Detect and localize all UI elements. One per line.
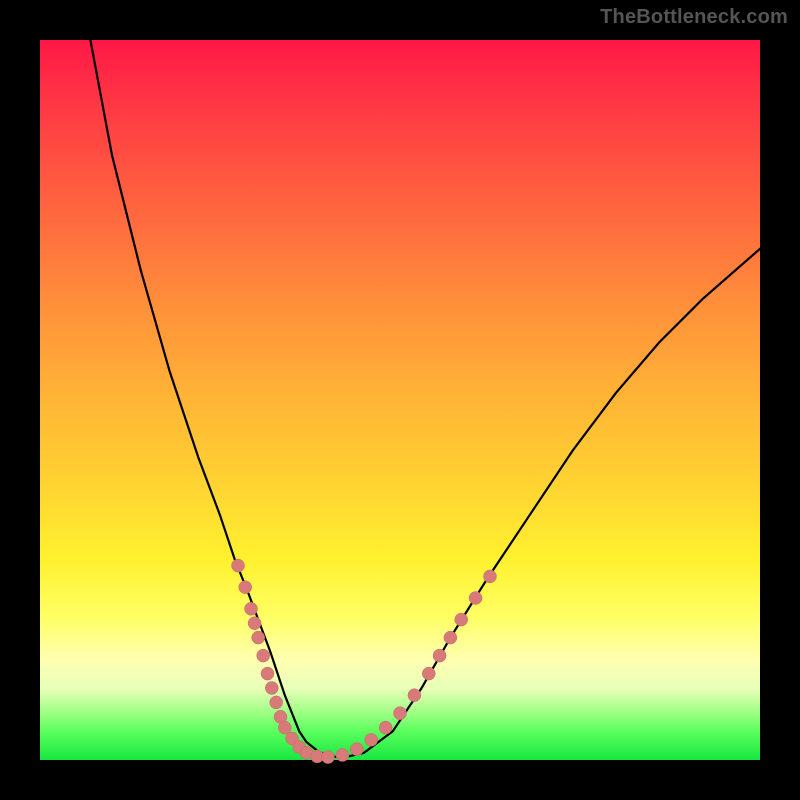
marker-dot: [265, 682, 278, 695]
marker-dot: [232, 559, 245, 572]
marker-dot: [444, 631, 457, 644]
outer-frame: TheBottleneck.com: [0, 0, 800, 800]
marker-dot: [261, 667, 274, 680]
marker-dot: [245, 602, 258, 615]
marker-dot: [252, 631, 265, 644]
marker-dot: [408, 689, 421, 702]
marker-dot: [422, 667, 435, 680]
marker-dot: [379, 721, 392, 734]
marker-dot: [433, 649, 446, 662]
marker-dot: [469, 592, 482, 605]
marker-dot: [350, 743, 363, 756]
marker-dot: [278, 721, 291, 734]
plot-area: [40, 40, 760, 760]
marker-dot: [270, 696, 283, 709]
marker-dot: [336, 749, 349, 762]
curve-markers: [232, 559, 497, 764]
marker-dot: [484, 570, 497, 583]
bottleneck-curve: [90, 40, 760, 758]
marker-dot: [455, 613, 468, 626]
watermark-text: TheBottleneck.com: [600, 6, 788, 29]
marker-dot: [322, 751, 335, 764]
marker-dot: [394, 707, 407, 720]
marker-dot: [248, 617, 261, 630]
marker-dot: [257, 649, 270, 662]
marker-dot: [365, 733, 378, 746]
curve-svg: [40, 40, 760, 760]
marker-dot: [239, 581, 252, 594]
